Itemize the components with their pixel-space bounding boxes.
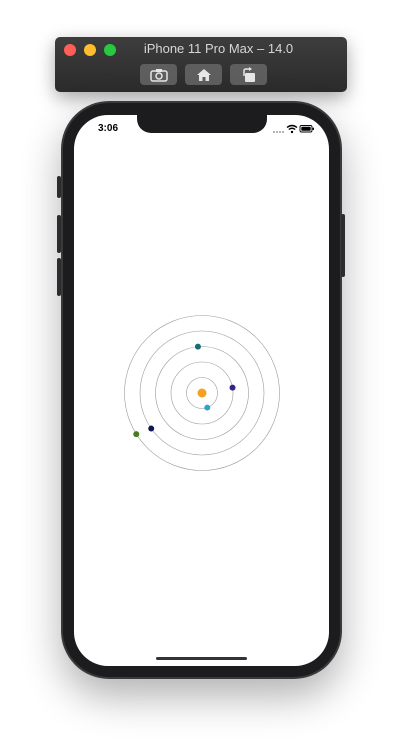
planet-5 — [133, 431, 140, 438]
planet-3 — [194, 343, 201, 350]
home-button[interactable] — [185, 64, 222, 85]
screenshot-button[interactable] — [140, 64, 177, 85]
volume-down-button — [57, 258, 61, 296]
planet-1 — [204, 404, 211, 411]
planet-4 — [148, 425, 155, 432]
planets — [133, 343, 236, 438]
device-screen: 3:06 — [74, 115, 329, 666]
rotate-icon — [242, 66, 255, 82]
home-icon — [196, 68, 211, 81]
camera-icon — [149, 68, 168, 82]
silent-switch — [57, 176, 61, 198]
window-title: iPhone 11 Pro Max – 14.0 — [143, 41, 294, 56]
home-indicator[interactable] — [156, 657, 247, 660]
rotate-button[interactable] — [230, 64, 267, 85]
power-button — [341, 214, 345, 277]
simulator-toolbar: iPhone 11 Pro Max – 14.0 — [55, 37, 347, 92]
volume-up-button — [57, 215, 61, 253]
sun — [197, 388, 207, 398]
orbit-view — [124, 315, 280, 471]
planet-2 — [229, 384, 236, 391]
